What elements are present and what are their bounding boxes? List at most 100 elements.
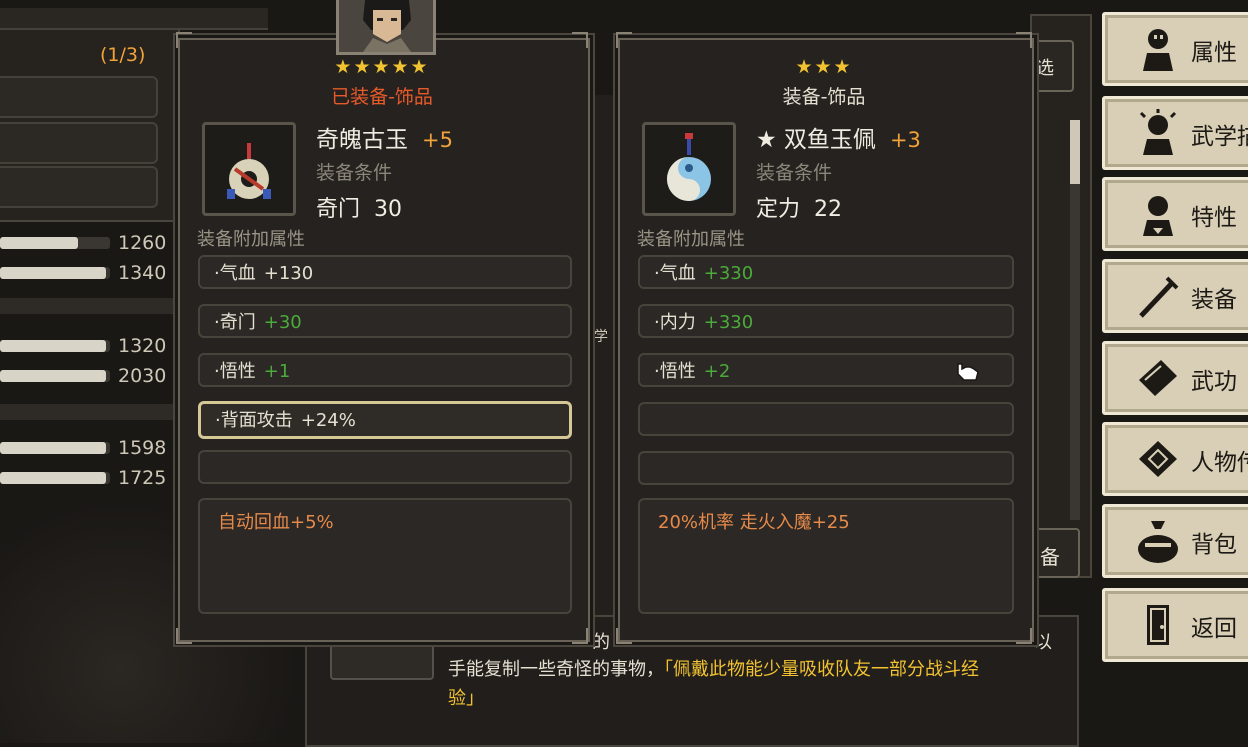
background-scrollbar[interactable] [1070,120,1080,520]
menu-martial-button[interactable]: 武学描 [1102,96,1248,170]
background-scrollbar-thumb[interactable] [1070,120,1080,184]
jade-pendant-icon [227,143,271,199]
attribute-value: +130 [263,263,314,284]
character-face-icon [339,0,433,52]
door-icon [1147,605,1169,645]
trait-figure-icon [1143,196,1173,236]
compare-rarity-stars: ★★★ [795,56,853,78]
attribute-value: +330 [703,263,754,284]
equipped-special-effect: 自动回血+5% [198,498,572,614]
background-slot-3[interactable] [0,166,158,208]
card-corner [616,628,632,644]
character-portrait [336,0,436,55]
description-line-1-prefix: 手能复制一些奇怪的事物， [448,659,664,680]
attribute-value: +24% [300,410,356,431]
attribute-value: +30 [263,312,302,333]
menu-label: 装备 [1191,287,1237,313]
equipped-condition-label: 装备条件 [316,162,393,184]
background-label-bei: 备 [1040,545,1060,569]
background-label-yi: 以 [1034,632,1052,653]
menu-traits-button[interactable]: 特性 [1102,177,1248,251]
stat-value-1: 1260 [118,232,167,254]
compare-special-effect: 20%机率 走火入魔+25 [638,498,1014,614]
equipped-attribute-row-highlighted[interactable]: ·背面攻击 +24% [198,401,572,439]
stat-bar-3-fill [0,340,106,352]
equipped-attribute-row: ·气血 +130 [198,255,572,289]
stat-bar-3 [0,340,110,352]
attribute-name: ·气血 [214,263,256,284]
compare-attribute-row: ·气血 +330 [638,255,1014,289]
menu-skills-button[interactable]: 武功 [1102,341,1248,415]
compare-item-name: ★ 双鱼玉佩 +3 [756,120,921,154]
team-counter: (1/3) [100,44,146,66]
equipped-subtitle: 已装备-饰品 [331,86,433,108]
menu-label: 属性 [1191,40,1237,66]
background-top-bar [0,8,268,30]
menu-label: 人物传 [1191,450,1248,476]
menu-equipment-button[interactable]: 装备 [1102,259,1248,333]
stat-bar-1 [0,237,110,249]
attribute-name: ·奇门 [214,312,256,333]
twin-fish-pendant-icon [667,133,711,201]
menu-label: 武功 [1191,369,1237,395]
stat-bar-6 [0,472,110,484]
attribute-value: +330 [703,312,754,333]
stat-bar-2 [0,267,110,279]
compare-section-label: 装备附加属性 [637,229,745,250]
background-slot-2[interactable] [0,122,158,164]
stat-bar-2-fill [0,267,106,279]
background-equip-tab[interactable]: 备 [1030,528,1080,578]
card-corner [176,32,192,48]
background-label-de: 的 [592,632,610,653]
stat-value-5: 1598 [118,437,167,459]
stat-bar-5 [0,442,110,454]
attribute-value: +1 [263,361,291,382]
background-right-panel [1030,14,1092,578]
menu-biography-button[interactable]: 人物传 [1102,422,1248,496]
card-corner [176,628,192,644]
martial-figure-icon [1139,109,1177,155]
description-line-2: 验」 [448,688,484,709]
equipped-section-label: 装备附加属性 [197,229,305,250]
equipped-enhance-level: +5 [422,128,453,152]
background-slot-1[interactable] [0,76,158,118]
compare-attribute-empty-row [638,402,1014,436]
stat-bar-4 [0,370,110,382]
stat-value-4: 2030 [118,365,167,387]
background-filter-button[interactable]: 选 [1030,40,1074,92]
card-corner [1016,628,1032,644]
stat-bar-5-fill [0,442,106,454]
bag-icon [1138,521,1178,563]
background-middle-panel [585,95,621,625]
equipped-item-icon-box [202,122,296,216]
description-line-1: 手能复制一些奇怪的事物，「佩戴此物能少量吸收队友一部分战斗经 [448,655,979,681]
equipped-rarity-stars: ★★★★★ [334,56,430,78]
compare-attribute-empty-row [638,451,1014,485]
equipped-attribute-row: ·悟性 +1 [198,353,572,387]
attribute-name: ·内力 [654,312,696,333]
card-corner [1016,32,1032,48]
menu-label: 背包 [1191,532,1237,558]
compare-attribute-row: ·内力 +330 [638,304,1014,338]
book-icon [1139,360,1177,396]
menu-attributes-button[interactable]: 属性 [1102,12,1248,86]
equipped-attribute-empty-row [198,450,572,484]
compare-condition-label: 装备条件 [756,162,833,184]
compare-condition-value: 定力 22 [756,197,842,222]
stat-value-2: 1340 [118,262,167,284]
compare-item-name-text: ★ 双鱼玉佩 [756,127,876,153]
stat-value-6: 1725 [118,467,167,489]
stat-bar-4-fill [0,370,106,382]
compare-enhance-level: +3 [889,128,921,152]
menu-back-button[interactable]: 返回 [1102,588,1248,662]
attribute-name: ·悟性 [654,361,696,382]
background-label-xuan: 选 [1036,58,1054,79]
attribute-name: ·背面攻击 [215,410,293,431]
character-icon [1143,29,1173,71]
attribute-name: ·气血 [654,263,696,284]
scroll-icon [1139,441,1177,477]
menu-inventory-button[interactable]: 背包 [1102,504,1248,578]
equipped-item-name-text: 奇魄古玉 [316,127,408,153]
hand-cursor-icon [954,360,980,384]
card-corner [616,32,632,48]
